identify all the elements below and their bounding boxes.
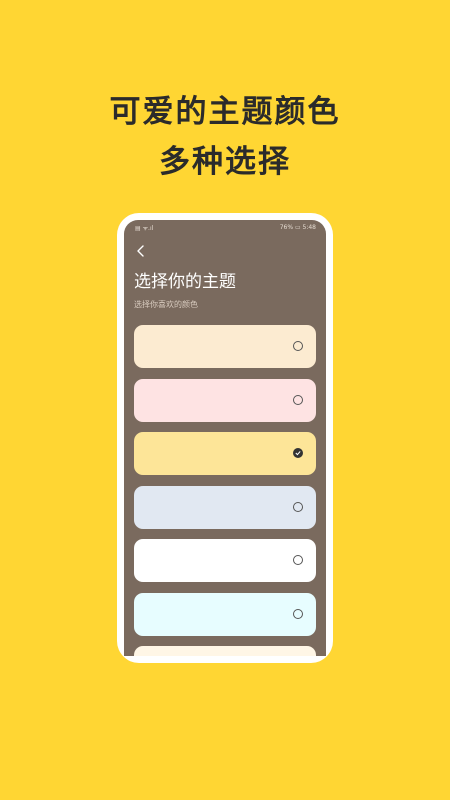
radio-unchecked-icon[interactable] [293,501,303,512]
radio-checked-icon[interactable] [293,448,303,458]
page-title: 选择你的主题 [134,272,236,292]
radio-unchecked-icon[interactable] [293,555,303,565]
headline-line-1: 可爱的主题颜色 [109,94,341,130]
theme-option-1[interactable] [134,325,316,368]
status-bar: ▤ ᯤ.ıl 76% ▭ 5:48 [124,220,326,236]
theme-option-4[interactable] [134,485,316,529]
back-arrow-icon[interactable] [134,243,148,257]
page-subtitle: 选择你喜欢的颜色 [134,300,198,309]
radio-unchecked-icon[interactable] [293,341,303,351]
theme-option-6[interactable] [134,592,316,636]
theme-option-7[interactable] [134,646,316,656]
status-signal: ▤ ᯤ.ıl [135,225,154,232]
theme-option-5[interactable] [134,539,316,582]
radio-unchecked-icon[interactable] [293,394,303,405]
phone-mockup: ▤ ᯤ.ıl 76% ▭ 5:48 选择你的主题 选择你喜欢的颜色 [117,213,333,663]
theme-option-2[interactable] [134,378,316,422]
theme-option-3[interactable] [134,432,316,475]
phone-screen: ▤ ᯤ.ıl 76% ▭ 5:48 选择你的主题 选择你喜欢的颜色 [124,220,326,656]
status-battery-time: 76% ▭ 5:48 [279,224,316,231]
headline-line-2: 多种选择 [159,144,291,180]
radio-unchecked-icon[interactable] [293,608,303,619]
